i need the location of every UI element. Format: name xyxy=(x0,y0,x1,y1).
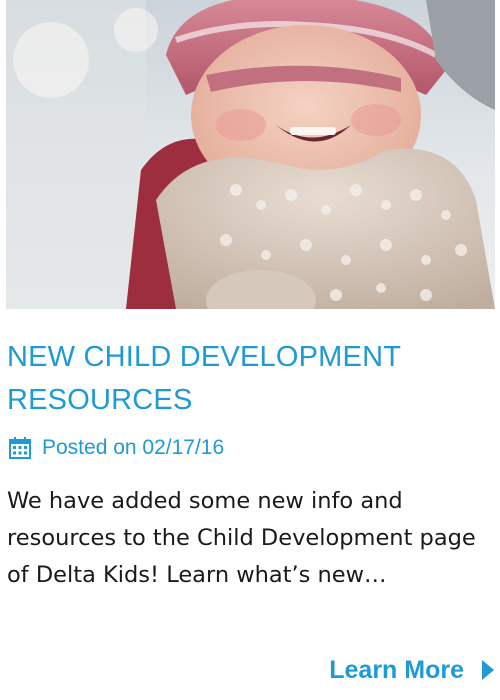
post-meta: Posted on 02/17/16 xyxy=(9,433,224,463)
chevron-right-icon xyxy=(482,660,494,680)
posted-on-label: Posted on xyxy=(42,436,137,459)
learn-more-link[interactable]: Learn More xyxy=(329,653,494,687)
post-title[interactable]: NEW CHILD DEVELOPMENT RESOURCES xyxy=(7,336,487,422)
post-excerpt: We have added some new info and resource… xyxy=(7,488,476,588)
blog-post-card: NEW CHILD DEVELOPMENT RESOURCES Posted o… xyxy=(0,0,500,700)
child-winter-photo xyxy=(6,0,495,309)
learn-more-label: Learn More xyxy=(329,655,464,684)
hero-image[interactable] xyxy=(6,0,495,309)
calendar-icon xyxy=(9,437,31,459)
post-date: 02/17/16 xyxy=(142,436,225,459)
